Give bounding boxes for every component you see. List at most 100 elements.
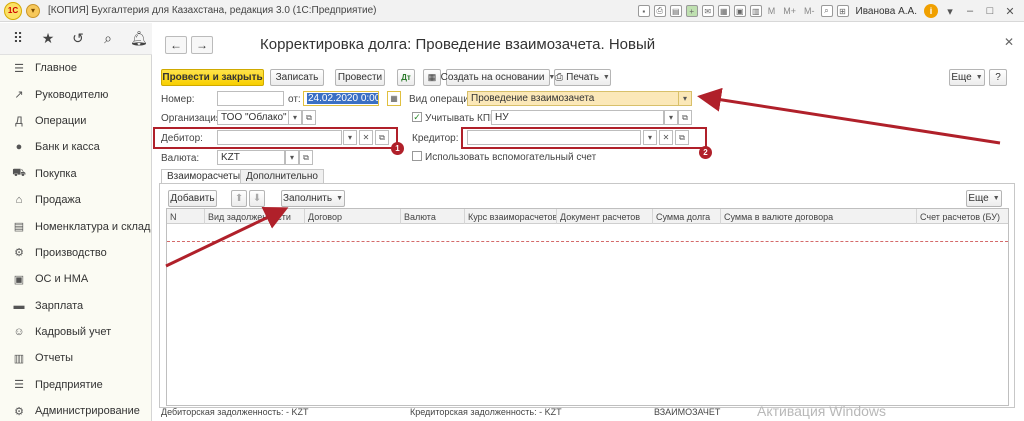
move-down-icon[interactable]: ⬇: [249, 190, 265, 207]
dropdown-icon[interactable]: ▾: [942, 5, 958, 18]
sidebar: ☰ Главное ↗ Руководителю Д Операции ● Банк и…: [0, 55, 152, 421]
main-menu-button[interactable]: ▾: [26, 3, 40, 18]
organization-dropdown-icon[interactable]: ▾: [288, 110, 302, 125]
kpn-dropdown-icon[interactable]: ▾: [664, 110, 678, 125]
factory-icon: ⚙: [14, 247, 24, 260]
debtor-label: Дебитор:: [161, 133, 203, 144]
memory-m[interactable]: M: [766, 6, 778, 16]
column-header-document[interactable]: Документ расчетов: [557, 209, 653, 224]
app-logo-icon: 1С: [4, 1, 22, 20]
column-header-account[interactable]: Счет расчетов (БУ): [917, 209, 1009, 224]
structure-icon[interactable]: ▦: [423, 69, 441, 86]
column-header-debt-amount[interactable]: Сумма долга: [653, 209, 721, 224]
debtor-dropdown-icon[interactable]: ▾: [343, 130, 357, 145]
currency-dropdown-icon[interactable]: ▾: [285, 150, 299, 165]
maximize-icon[interactable]: □: [982, 5, 998, 17]
sidebar-item-production[interactable]: ⚙ Производство: [0, 240, 151, 266]
forward-button[interactable]: →: [191, 36, 213, 54]
sidebar-item-salary[interactable]: ▬ Зарплата: [0, 293, 151, 319]
search-icon[interactable]: ⌕: [820, 5, 833, 17]
creditor-open-icon[interactable]: ⧉: [675, 130, 689, 145]
column-header-n[interactable]: N: [167, 209, 205, 224]
aux-account-checkbox[interactable]: [412, 151, 422, 161]
save-button[interactable]: Записать: [270, 69, 324, 86]
more-button[interactable]: Еще ▼: [949, 69, 985, 86]
search-icon[interactable]: ⌕: [100, 30, 116, 47]
sidebar-item-assets[interactable]: ▣ ОС и НМА: [0, 266, 151, 292]
kpn-open-icon[interactable]: ⧉: [678, 110, 692, 125]
info-icon[interactable]: i: [924, 4, 938, 18]
annotation-badge-1: 1: [391, 142, 404, 155]
creditor-clear-icon[interactable]: ✕: [659, 130, 673, 145]
move-up-icon[interactable]: ⬆: [231, 190, 247, 207]
apps-grid-icon[interactable]: ⠿: [10, 30, 26, 47]
print-icon[interactable]: ⎙: [653, 5, 666, 17]
minimize-icon[interactable]: –: [962, 5, 978, 17]
favorites-star-icon[interactable]: ★: [40, 30, 56, 47]
sidebar-item-director[interactable]: ↗ Руководителю: [0, 81, 151, 107]
debtor-clear-icon[interactable]: ✕: [359, 130, 373, 145]
sidebar-item-sale[interactable]: ⌂ Продажа: [0, 187, 151, 213]
calculator-icon[interactable]: ▥: [749, 5, 762, 17]
add-row-button[interactable]: Добавить: [168, 190, 217, 207]
number-field[interactable]: [217, 91, 284, 106]
preview-icon[interactable]: ▤: [669, 5, 682, 17]
memory-plus[interactable]: M+: [781, 6, 798, 16]
calendar-icon[interactable]: ▦: [387, 91, 401, 106]
cart-icon: ⛟: [12, 166, 26, 179]
creditor-dropdown-icon[interactable]: ▾: [643, 130, 657, 145]
kpn-field[interactable]: НУ: [491, 110, 664, 125]
settlements-table[interactable]: N Вид задолженности Договор Валюта Курс …: [166, 208, 1009, 406]
sidebar-item-admin[interactable]: ⚙ Администрирование: [0, 398, 151, 421]
creditor-field[interactable]: [467, 130, 641, 145]
close-icon[interactable]: ✕: [1004, 35, 1014, 49]
kpn-checkbox[interactable]: ✓: [412, 112, 422, 122]
table-icon[interactable]: ▦: [717, 5, 730, 17]
column-header-rate[interactable]: Курс взаиморасчетов: [465, 209, 557, 224]
mail-icon[interactable]: ✉: [701, 5, 714, 17]
sidebar-item-operations[interactable]: Д Операции: [0, 108, 151, 134]
attach-icon[interactable]: +: [685, 5, 698, 17]
current-user[interactable]: Иванова А.А.: [856, 6, 917, 17]
tab-settlements[interactable]: Взаиморасчеты: [161, 169, 247, 184]
table-more-button[interactable]: Еще ▼: [966, 190, 1002, 207]
date-field[interactable]: 24.02.2020 0:00:00: [303, 91, 379, 106]
history-icon[interactable]: ↺: [70, 30, 86, 47]
currency-field[interactable]: KZT: [217, 150, 285, 165]
sidebar-item-main[interactable]: ☰ Главное: [0, 55, 151, 81]
back-button[interactable]: ←: [165, 36, 187, 54]
fill-button[interactable]: Заполнить ▼: [281, 190, 345, 207]
link-icon[interactable]: ⊞: [836, 5, 849, 17]
more-label: Еще: [951, 72, 972, 83]
debtor-open-icon[interactable]: ⧉: [375, 130, 389, 145]
column-header-debt-type[interactable]: Вид задолженности: [205, 209, 305, 224]
sidebar-item-hr[interactable]: ☺ Кадровый учет: [0, 319, 151, 345]
save-icon[interactable]: ▪: [637, 5, 650, 17]
calendar-icon[interactable]: ▣: [733, 5, 746, 17]
arrow-left-icon: ←: [170, 38, 182, 52]
print-button[interactable]: ⎙ Печать ▼: [554, 69, 611, 86]
sidebar-item-company[interactable]: ☰ Предприятие: [0, 372, 151, 398]
dt-kt-icon[interactable]: Дт: [397, 69, 415, 86]
sidebar-item-warehouse[interactable]: ▤ Номенклатура и склад: [0, 213, 151, 239]
operation-type-select[interactable]: Проведение взаимозачета: [467, 91, 692, 106]
close-window-icon[interactable]: ✕: [1002, 5, 1018, 18]
memory-minus[interactable]: M-: [802, 6, 817, 16]
post-and-close-button[interactable]: Провести и закрыть: [161, 69, 264, 86]
notifications-bell-icon[interactable]: 🔔︎: [130, 30, 148, 47]
column-header-currency[interactable]: Валюта: [401, 209, 465, 224]
sidebar-item-reports[interactable]: ▥ Отчеты: [0, 345, 151, 371]
sidebar-item-purchase[interactable]: ⛟ Покупка: [0, 161, 151, 187]
credit-debt-summary: Кредиторская задолженность: - KZT: [410, 407, 562, 417]
currency-open-icon[interactable]: ⧉: [299, 150, 313, 165]
create-based-on-button[interactable]: Создать на основании ▼: [441, 69, 555, 86]
help-button[interactable]: ?: [989, 69, 1007, 86]
organization-open-icon[interactable]: ⧉: [302, 110, 316, 125]
column-header-contract[interactable]: Договор: [305, 209, 401, 224]
post-button[interactable]: Провести: [335, 69, 385, 86]
tab-additional[interactable]: Дополнительно: [240, 169, 324, 184]
column-header-contract-currency-amount[interactable]: Сумма в валюте договора: [721, 209, 917, 224]
operation-dropdown-icon[interactable]: ▾: [678, 91, 692, 106]
sidebar-item-bank[interactable]: ● Банк и касса: [0, 134, 151, 160]
debtor-field[interactable]: [217, 130, 342, 145]
